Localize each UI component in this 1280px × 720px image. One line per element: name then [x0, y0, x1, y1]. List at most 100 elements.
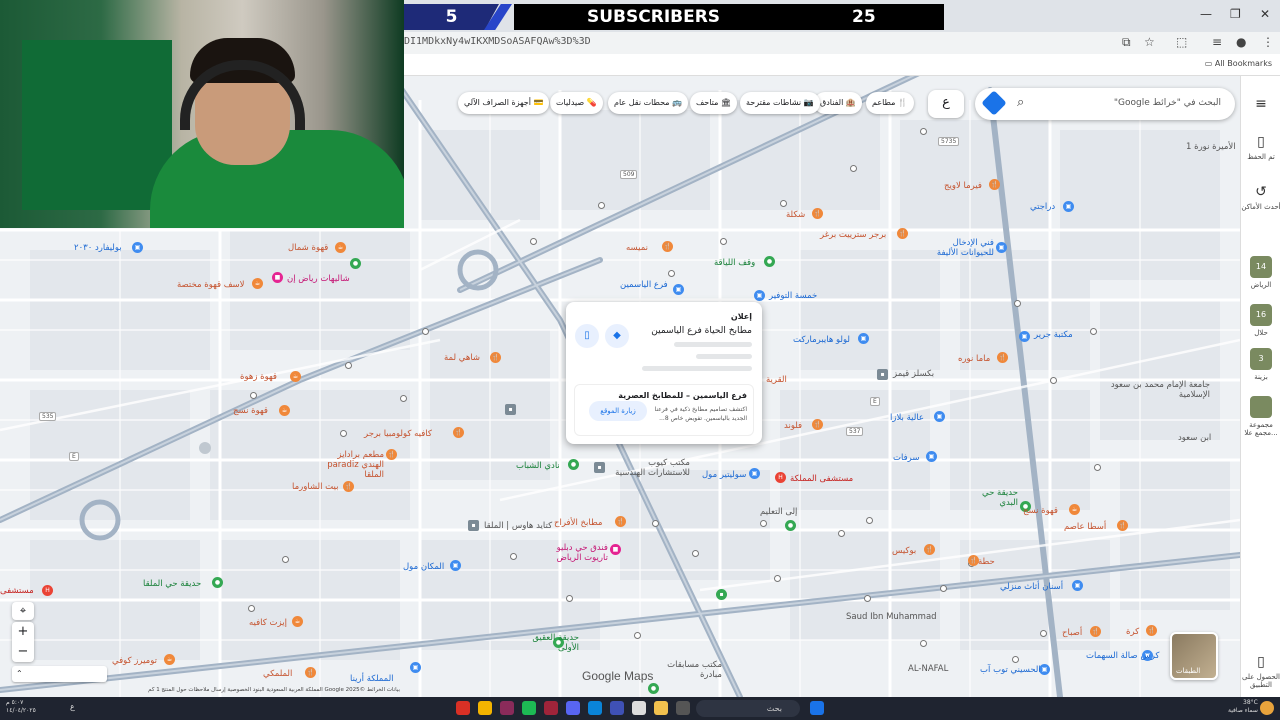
place-label[interactable]: كتايد هاوس | الملقا [484, 521, 552, 531]
place-label[interactable]: حديقة حي الملقا [143, 579, 201, 589]
restore-icon[interactable]: ❐ [1230, 7, 1241, 21]
place-label[interactable]: فلوند [784, 421, 802, 431]
visit-website-button[interactable]: زيارة الموقع [589, 401, 647, 421]
cafe-pin[interactable]: ☕ [292, 616, 303, 627]
address-bar[interactable]: DI1MDkxNy4wIKXMDSoASAFQAw%3D%3D ⧉ ☆ ⬚ ≡ … [404, 32, 1280, 54]
hospital-pin[interactable]: H [42, 585, 53, 596]
cafe-pin[interactable]: ☕ [252, 278, 263, 289]
url-text[interactable]: DI1MDkxNy4wIKXMDSoASAFQAw%3D%3D [404, 36, 591, 47]
park-pin[interactable]: ● [350, 258, 361, 269]
search-input[interactable]: البحث في "خرائط Google" ⌕ [975, 88, 1235, 120]
save-button[interactable]: ▯ [575, 324, 599, 348]
place-label[interactable]: دراجتي [1030, 202, 1055, 212]
place-label[interactable]: قهوة شمال [288, 243, 328, 253]
place-label[interactable]: مطعم برادايز الهندي paradiz الملقا [318, 450, 384, 480]
chip-hotels[interactable]: 🏨 الفنادق [814, 92, 862, 114]
shopping-pin[interactable]: ▣ [132, 242, 143, 253]
shopping-pin[interactable]: ▣ [749, 468, 760, 479]
cafe-pin[interactable]: ☕ [335, 242, 346, 253]
search-icon[interactable]: ⌕ [1017, 95, 1024, 110]
directions-icon[interactable] [981, 90, 1007, 116]
sports-pin[interactable]: ● [568, 459, 579, 470]
language-indicator[interactable]: ع [70, 702, 75, 711]
rail-recent[interactable]: ↺ أحدث الأماكن [1241, 184, 1280, 211]
restaurant-pin[interactable]: 🍴 [1146, 625, 1157, 636]
place-label[interactable]: فرع الياسمين [620, 280, 668, 290]
restaurant-pin[interactable]: 🍴 [662, 241, 673, 252]
restaurant-pin[interactable]: 🍴 [997, 352, 1008, 363]
restaurant-pin[interactable]: 🍴 [490, 352, 501, 363]
place-label[interactable]: مكتب مسابقات مبادرة [652, 660, 722, 680]
place-label[interactable]: نادي الشباب [516, 461, 560, 471]
place-label[interactable]: حطة [978, 557, 995, 567]
file-explorer-icon[interactable] [654, 701, 668, 715]
taskbar-search[interactable]: بحث [696, 700, 800, 717]
rail-recent-item-4[interactable]: مجموعة مجمع علا... [1241, 396, 1280, 437]
app-icon[interactable] [676, 701, 690, 715]
rail-recent-item-3[interactable]: 3 بزينة [1241, 348, 1280, 381]
place-label[interactable]: المكان مول [403, 562, 444, 572]
place-label[interactable]: كرس صالة السهمات [1086, 651, 1159, 661]
business-pin[interactable]: ▪ [716, 589, 727, 600]
extensions-icon[interactable]: ⬚ [1176, 35, 1187, 49]
rail-recent-item-2[interactable]: 16 حلال [1241, 304, 1280, 337]
cafe-pin[interactable]: ☕ [279, 405, 290, 416]
chip-things-to-do[interactable]: 📷 نشاطات مقترحة [740, 92, 820, 114]
park-pin[interactable]: ● [648, 683, 659, 694]
shopping-pin[interactable]: ▣ [934, 411, 945, 422]
opera-icon[interactable] [544, 701, 558, 715]
popup-title[interactable]: مطابخ الحياة فرع الياسمين [651, 326, 752, 336]
place-label[interactable]: كرة [1126, 627, 1139, 637]
place-label[interactable]: مكتب كيوب للاستشارات الهندسية [610, 458, 690, 478]
hotel-pin[interactable]: ■ [610, 544, 621, 555]
edge-icon[interactable] [588, 701, 602, 715]
spotify-icon[interactable] [522, 701, 536, 715]
install-app-icon[interactable]: ⧉ [1122, 35, 1131, 50]
pet-store-pin[interactable]: ▣ [996, 242, 1007, 253]
star-icon[interactable]: ☆ [1144, 35, 1155, 49]
shopping-pin[interactable]: ▣ [858, 333, 869, 344]
cafe-pin[interactable]: ☕ [1069, 504, 1080, 515]
discord-icon[interactable] [566, 701, 580, 715]
chip-atms[interactable]: 💳 أجهزة الصراف الآلي [458, 92, 550, 114]
arena-pin[interactable]: ▣ [410, 662, 421, 673]
place-label[interactable]: المملكة أرينا [350, 674, 394, 684]
map-footer[interactable]: بيانات الخرائط ©2025 Google المملكة العر… [100, 687, 400, 697]
chip-pharmacies[interactable]: 💊 صيدليات [550, 92, 603, 114]
shopping-pin[interactable]: ▣ [754, 290, 765, 301]
cafe-pin[interactable]: ☕ [164, 654, 175, 665]
ad-card[interactable]: فرع الياسمين – للمطابخ العصرية اكتشف تصا… [574, 384, 754, 436]
place-label[interactable]: فني الإدخال للحيوانات الأليفة [930, 238, 994, 258]
place-label[interactable]: سوليتير مول [702, 470, 746, 480]
shopping-pin[interactable]: ▣ [450, 560, 461, 571]
place-label[interactable]: لاسف قهوة مختصة [177, 280, 245, 290]
education-pin[interactable]: ● [785, 520, 796, 531]
close-icon[interactable]: ✕ [1260, 7, 1270, 21]
place-label[interactable]: أصباح [1062, 628, 1082, 638]
business-pin[interactable]: ▪ [505, 404, 516, 415]
place-label[interactable]: برجر سترييت برغر [820, 230, 886, 240]
furniture-pin[interactable]: ▣ [1072, 580, 1083, 591]
place-label[interactable]: نميسه [626, 243, 648, 253]
zoom-in-button[interactable]: + [12, 622, 34, 642]
app-icon[interactable] [610, 701, 624, 715]
zoom-out-button[interactable]: − [12, 642, 34, 662]
rail-saved[interactable]: ▯ تم الحفظ [1241, 134, 1280, 161]
place-label[interactable]: مستشفى [0, 586, 34, 596]
park-pin[interactable]: ● [212, 577, 223, 588]
rail-recent-item-1[interactable]: 14 الرياض [1241, 256, 1280, 289]
chip-museums[interactable]: 🏛 متاحف [690, 92, 738, 114]
place-label[interactable]: ماما نوره [958, 354, 990, 364]
ad-info-card[interactable]: إعلان مطابخ الحياة فرع الياسمين ▯ ◆ فرع … [566, 302, 762, 444]
taskbar-clock[interactable]: ٥:٠٧ م ١٤/٠٤/٢٠٢٥ [6, 699, 36, 715]
restaurant-pin[interactable]: 🍴 [1090, 626, 1101, 637]
place-label[interactable]: توميرز كوفي [112, 656, 157, 666]
restaurant-pin[interactable]: 🍴 [812, 208, 823, 219]
place-label[interactable]: الملمكي [263, 669, 292, 679]
place-label[interactable]: ابن سعود [1178, 433, 1211, 443]
place-label[interactable]: قهوة نسج [1023, 506, 1058, 516]
place-label[interactable]: القرية [766, 375, 787, 385]
place-label[interactable]: بيت الشاورما [292, 482, 338, 492]
place-label[interactable]: شاهي لمة [444, 353, 480, 363]
restaurant-pin[interactable]: 🍴 [343, 481, 354, 492]
